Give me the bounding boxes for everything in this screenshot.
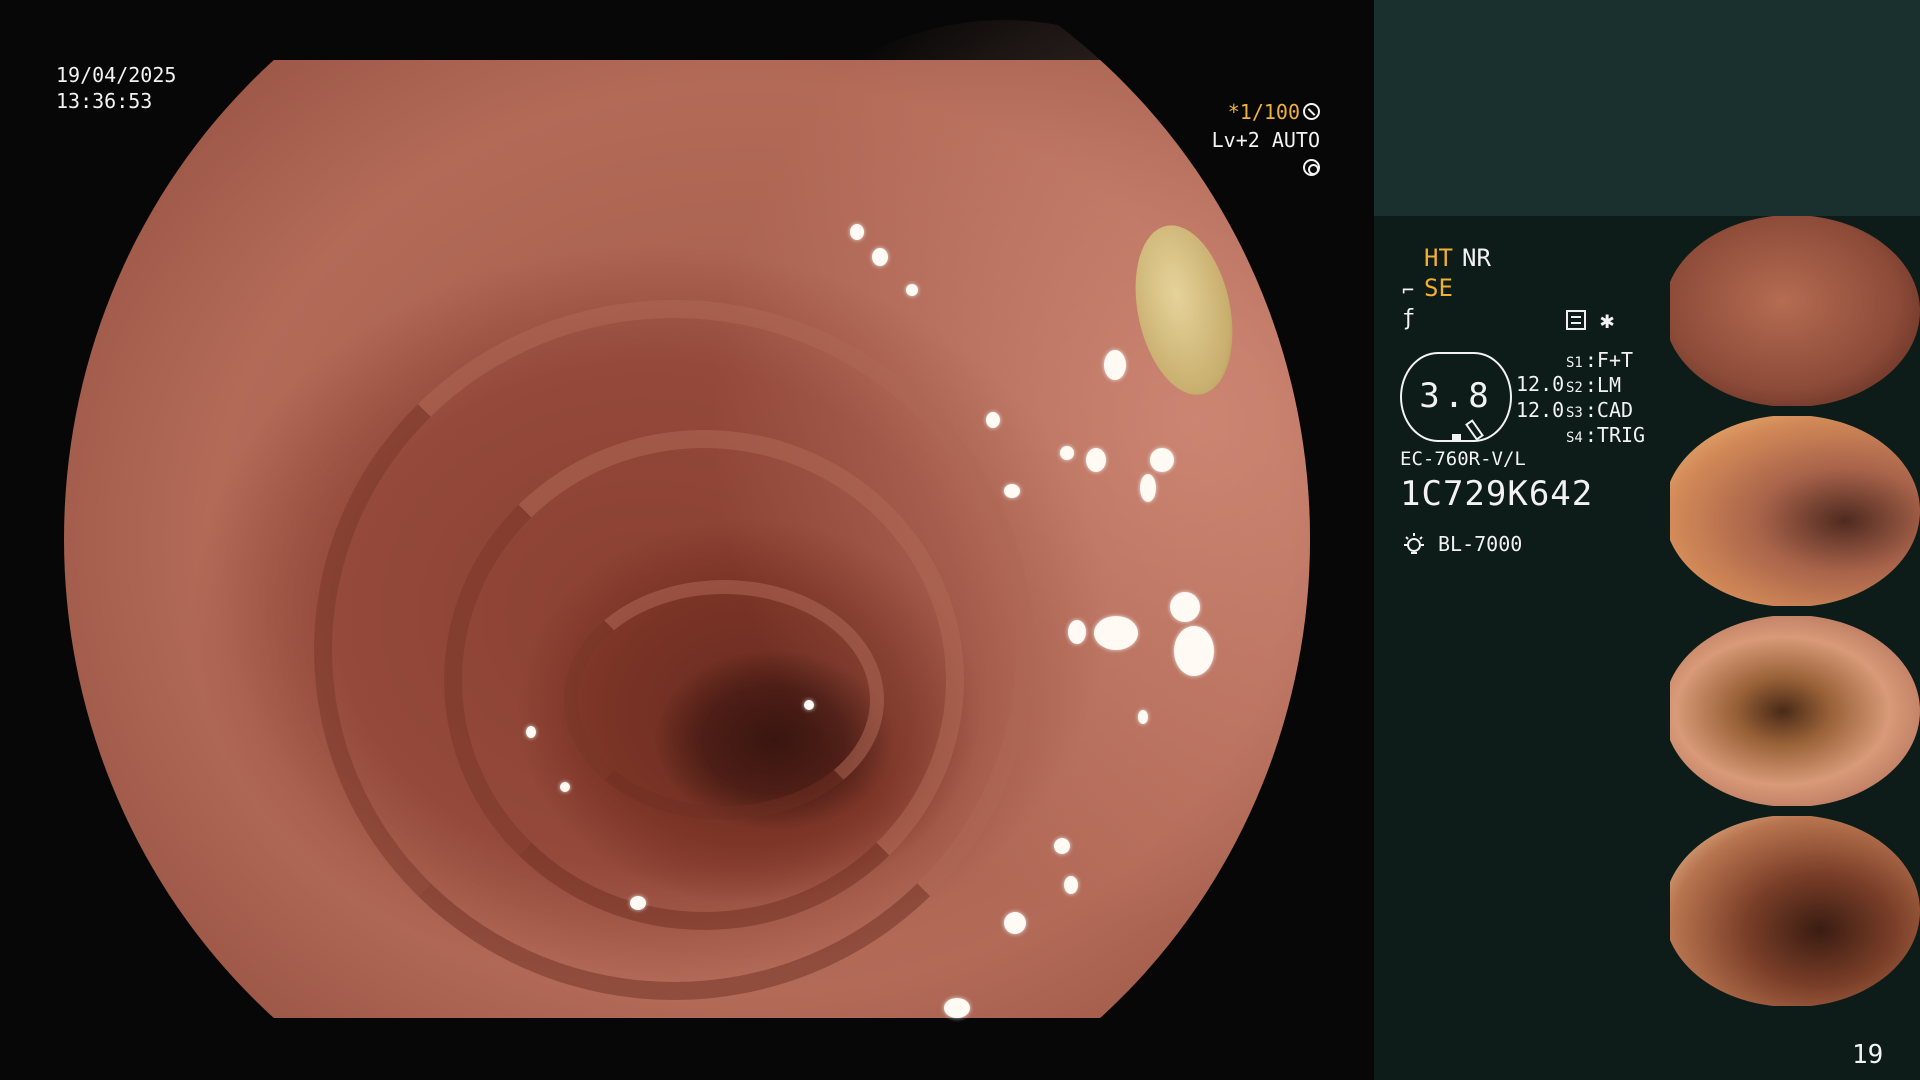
light-bulb-icon	[1404, 533, 1424, 554]
capture-thumbnail[interactable]	[1670, 616, 1920, 806]
endoscopy-screen: 19/04/2025 13:36:53 *1/100 Lv+2 AUTO HT …	[0, 0, 1920, 1080]
thumbnail-image	[1670, 616, 1920, 806]
switch-key: S4	[1566, 430, 1583, 446]
level-row: Lv+2 AUTO	[1196, 126, 1320, 182]
endoscope-live-image	[64, 20, 1310, 1020]
switch-label: F+T	[1596, 348, 1634, 372]
switch-key: S1	[1566, 355, 1583, 371]
gauge-value-upper: 12.0	[1516, 372, 1565, 396]
scope-model: EC-760R-V/L	[1400, 448, 1526, 470]
light-reflection	[630, 896, 646, 910]
light-reflection	[850, 224, 864, 240]
thumbnail-image	[1670, 816, 1920, 1006]
capture-thumbnail[interactable]	[1670, 216, 1920, 406]
light-reflection	[1064, 876, 1078, 894]
panel-header-area	[1374, 0, 1920, 216]
light-reflection	[986, 412, 1000, 428]
gauge-marker-icon	[1452, 434, 1461, 442]
light-reflection	[906, 284, 918, 296]
light-reflection	[1054, 838, 1070, 854]
datetime-overlay: 19/04/2025 13:36:53	[56, 62, 176, 114]
light-reflection	[804, 700, 814, 710]
gauge-tilt-icon	[1465, 419, 1484, 441]
light-reflection	[1138, 710, 1148, 724]
switch-label: TRIG	[1596, 423, 1646, 447]
capture-thumbnail[interactable]	[1670, 416, 1920, 606]
switch-s3: S3:CAD	[1566, 398, 1634, 422]
circle-gear-icon	[1303, 159, 1320, 176]
switch-s2: S2:LM	[1566, 373, 1621, 397]
brightness-level: Lv+2 AUTO	[1211, 128, 1320, 152]
light-reflection	[1170, 592, 1200, 622]
gauge-value-lower: 12.0	[1516, 398, 1565, 422]
scope-serial: 1C729K642	[1400, 474, 1594, 514]
thumbnail-image	[1670, 216, 1920, 406]
light-reflection	[1140, 474, 1156, 502]
switch-label: CAD	[1596, 398, 1634, 422]
light-reflection	[1004, 912, 1026, 934]
light-reflection	[1150, 448, 1174, 472]
light-reflection	[1060, 446, 1074, 460]
mode-se: SE	[1424, 274, 1453, 302]
switch-label: LM	[1596, 373, 1621, 397]
light-reflection	[1104, 350, 1126, 380]
exposure-overlay: *1/100 Lv+2 AUTO	[1196, 98, 1320, 182]
light-reflection	[872, 248, 888, 266]
light-reflection	[1094, 616, 1138, 650]
page-number: 19	[1852, 1040, 1884, 1070]
lumen-rim	[564, 580, 884, 820]
zoom-gauge: 3.8	[1400, 352, 1512, 442]
color-f-icon: ƒ	[1402, 306, 1416, 331]
light-reflection	[560, 782, 570, 792]
capture-thumbnail[interactable]	[1670, 816, 1920, 1006]
zoom-value: 3.8	[1419, 376, 1493, 416]
light-reflection	[1068, 620, 1086, 644]
switch-key: S2	[1566, 380, 1583, 396]
shutter-speed: *1/100	[1227, 100, 1300, 124]
light-reflection	[944, 998, 970, 1018]
structure-enhance-icon: ⌐	[1402, 278, 1415, 302]
light-reflection	[1004, 484, 1020, 498]
time-text: 13:36:53	[56, 89, 153, 113]
switch-s1: S1:F+T	[1566, 348, 1634, 372]
light-reflection	[1086, 448, 1106, 472]
switch-key: S3	[1566, 405, 1583, 421]
mode-nr: NR	[1462, 244, 1491, 272]
mode-ht: HT	[1424, 244, 1453, 272]
circle-shutter-icon	[1303, 103, 1320, 120]
info-panel	[1374, 216, 1670, 1080]
shutter-row: *1/100	[1196, 98, 1320, 126]
date-text: 19/04/2025	[56, 63, 177, 87]
settings-list-icon	[1566, 310, 1586, 330]
light-reflection	[1174, 626, 1214, 676]
switch-s4: S4:TRIG	[1566, 423, 1646, 447]
asterisk-icon: ✱	[1600, 306, 1615, 334]
thumbnail-image	[1670, 416, 1920, 606]
light-reflection	[526, 726, 536, 738]
light-source: BL-7000	[1438, 532, 1523, 556]
